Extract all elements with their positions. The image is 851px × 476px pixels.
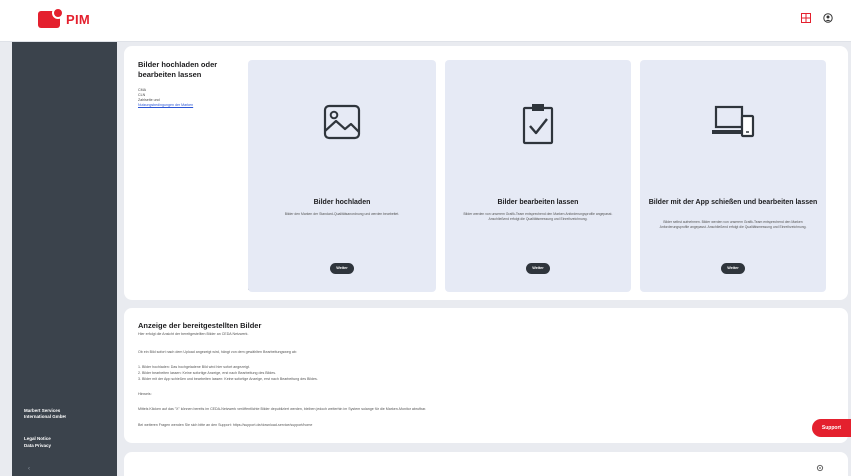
info-line: Ob ein Bild sofort nach dem Upload angez… [138,350,297,354]
upload-panel: Bilder hochladen oder bearbeiten lassen … [124,46,848,300]
card-description: Bilder werden von unserem Grafik-Team en… [463,212,613,221]
app-name: PIM [66,12,91,27]
images-info-panel: Anzeige der bereitgestellten Bilder Hier… [124,308,848,443]
app-logo[interactable]: PIM [38,7,91,28]
sidebar: Marbert Services International GmbH Lega… [12,42,117,476]
continue-button[interactable]: Weiter [526,263,550,274]
clipboard-check-icon [518,102,558,151]
data-privacy-link[interactable]: Data Privacy [24,443,51,449]
intro-list: CMA CLN Zahlseite und [138,88,243,103]
user-icon[interactable] [823,13,833,27]
intro-section: Bilder hochladen oder bearbeiten lassen … [138,60,243,108]
card-app[interactable]: Bilder mit der App schießen und bearbeit… [640,60,826,292]
terms-link[interactable]: Nutzungsbedingungen der Marken [138,103,243,108]
info-line: Hinweis: [138,392,152,396]
header-actions [801,13,833,27]
support-button[interactable]: Support [812,419,851,437]
legal-notice-link[interactable]: Legal Notice [24,436,51,442]
info-line: 3. Bilder mit der App schießen und bearb… [138,377,318,381]
section-subtitle: Hier erfolgt die Ansicht der bereitgeste… [138,332,249,336]
card-description: Bilder selbst aufnehmen. Bilder werden v… [659,220,807,229]
card-title: Bilder hochladen [313,199,371,206]
company-line2: International GmbH [24,414,66,419]
settings-icon[interactable] [816,464,824,474]
flag-icon[interactable] [801,13,811,27]
info-line: Bei weiteren Fragen wenden Sie sich bitt… [138,423,313,427]
card-description: Bilder den Marken der Standard-Qualitäts… [284,212,400,216]
card-title: Bilder mit der App schießen und bearbeit… [648,199,818,206]
company-name: Marbert Services International GmbH [24,408,104,420]
info-line: 1. Bilder hochladen: Das hochgeladene Bi… [138,365,250,369]
card-edit[interactable]: Bilder bearbeiten lassen Bilder werden v… [445,60,631,292]
info-line: Mittels Klicken auf das "X" können berei… [138,407,427,411]
intro-title: Bilder hochladen oder bearbeiten lassen [138,60,218,79]
continue-button[interactable]: Weiter [721,263,745,274]
info-line: 2. Bilder bearbeiten lassen: Keine sofor… [138,371,277,375]
devices-icon [711,102,755,147]
footer-links: Legal Notice Data Privacy [24,436,51,450]
gallery-panel [124,452,848,476]
logo-mark [38,7,64,28]
top-bar: PIM [0,0,851,42]
card-title: Bilder bearbeiten lassen [497,199,579,206]
collapse-icon[interactable]: ‹ [28,466,30,472]
card-upload[interactable]: Bilder hochladen Bilder den Marken der S… [248,60,436,292]
image-icon [322,102,362,147]
main-content: Bilder hochladen oder bearbeiten lassen … [121,42,851,476]
section-title: Anzeige der bereitgestellten Bilder [138,321,262,330]
continue-button[interactable]: Weiter [330,263,354,274]
